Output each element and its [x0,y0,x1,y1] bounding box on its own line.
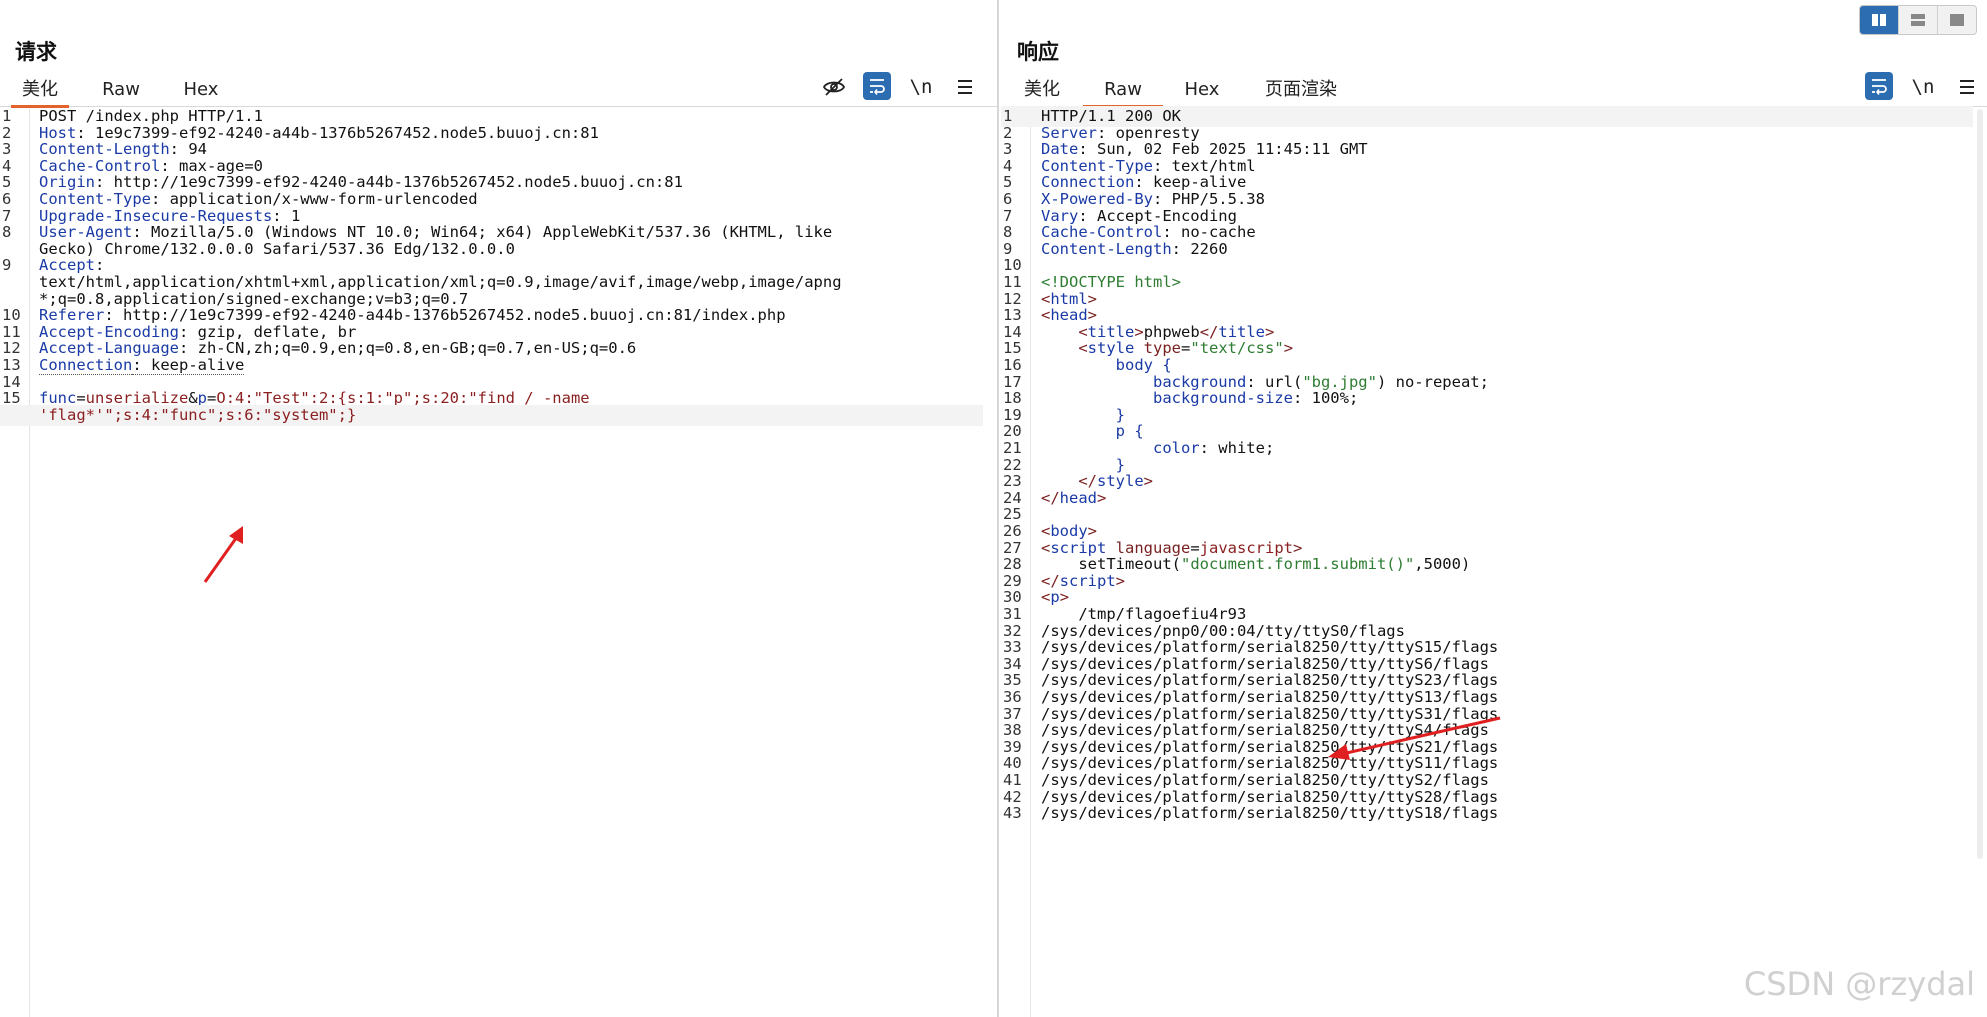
request-tab-hex[interactable]: Hex [170,76,232,105]
response-tabs: 美化 Raw Hex 页面渲染 [1001,72,1987,108]
request-tab-raw[interactable]: Raw [88,76,154,105]
response-code[interactable]: 1 HTTP/1.1 200 OK 2 Server: openresty 3 Date:… [1001,106,1987,1017]
layout-single-icon[interactable] [1938,6,1976,34]
menu-icon[interactable] [1952,72,1982,102]
code-token: 'flag*'";s:4:"func";s:6:"system";} [39,405,357,424]
request-tab-pretty[interactable]: 美化 [11,76,69,108]
request-pane: 请求 美化 Raw Hex \n 1 POST /index.php HTTP/1… [0,0,997,1017]
request-editor[interactable]: 1 POST /index.php HTTP/1.1 2 Host: 1e9c7399… [0,107,997,1017]
watermark: CSDN @rzydal [1743,965,1975,1003]
response-tab-render[interactable]: 页面渲染 [1251,76,1351,105]
wrap-icon[interactable] [1865,72,1893,100]
newline-toggle[interactable]: \n [1908,72,1938,102]
code-line[interactable]: 'flag*'";s:4:"func";s:6:"system";} [0,404,983,426]
response-title: 响应 [1017,40,1059,64]
code-line[interactable]: 43/sys/devices/platform/serial8250/tty/t… [1001,803,1973,824]
response-scrollbar[interactable] [1977,109,1983,859]
response-tab-raw[interactable]: Raw [1083,76,1163,108]
pane-splitter[interactable] [997,0,999,1017]
response-editor[interactable]: 1 HTTP/1.1 200 OK 2 Server: openresty 3 Date:… [1001,106,1987,1017]
response-tab-hex[interactable]: Hex [1171,76,1233,105]
menu-icon[interactable] [950,72,980,102]
eye-off-icon[interactable] [819,72,849,102]
wrap-icon[interactable] [863,72,891,100]
layout-side-by-side-icon[interactable] [1860,6,1899,34]
line-number: 43 [1003,804,1022,823]
line-text: /sys/devices/platform/serial8250/tty/tty… [1041,803,1973,824]
response-tab-pretty[interactable]: 美化 [1013,76,1071,105]
code-token: /sys/devices/platform/serial8250/tty/tty… [1041,804,1499,823]
layout-top-bottom-icon[interactable] [1899,6,1938,34]
request-title: 请求 [15,40,57,64]
newline-toggle[interactable]: \n [906,72,936,102]
response-pane: 响应 美化 Raw Hex 页面渲染 \n 1 HTTP/1.1 200 OK 2 S… [1001,0,1987,1017]
layout-switcher [1859,5,1977,35]
line-text: 'flag*'";s:4:"func";s:6:"system";} [39,405,983,426]
request-code[interactable]: 1 POST /index.php HTTP/1.1 2 Host: 1e9c7399… [0,107,997,1017]
